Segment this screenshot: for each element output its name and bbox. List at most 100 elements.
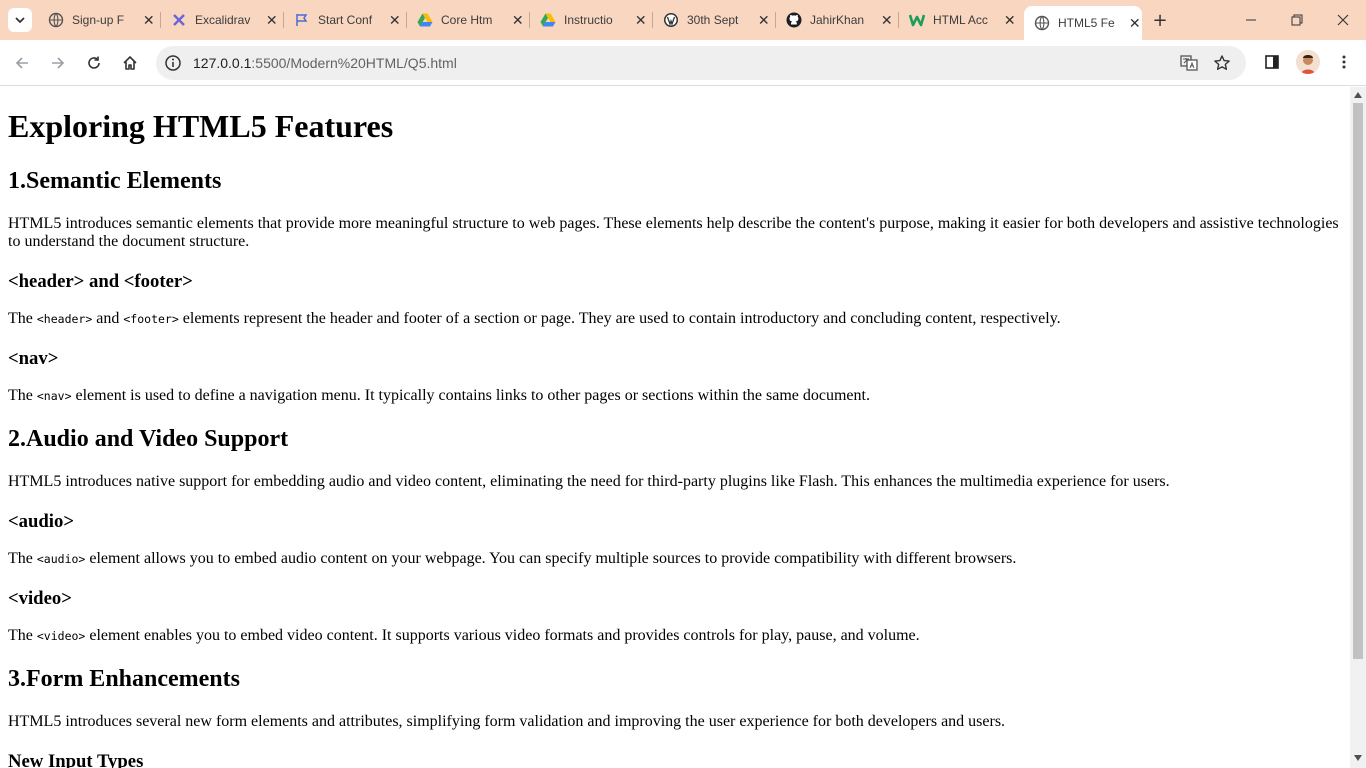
tab-7[interactable]: HTML Acc ✕	[899, 4, 1017, 36]
plus-icon: +	[1152, 9, 1168, 31]
section-intro-semantic: HTML5 introduces semantic elements that …	[8, 215, 1339, 250]
avatar-icon	[1296, 50, 1320, 74]
text-pre: The	[8, 550, 37, 567]
close-icon[interactable]: ✕	[141, 12, 156, 28]
forward-button[interactable]	[44, 49, 72, 77]
tab-2[interactable]: Start Conf ✕	[284, 4, 402, 36]
text-pre: The	[8, 627, 37, 644]
section-intro-media: HTML5 introduces native support for embe…	[8, 473, 1170, 490]
chevron-down-icon	[15, 17, 25, 24]
close-icon[interactable]: ✕	[1127, 15, 1142, 31]
info-icon[interactable]	[164, 54, 182, 72]
tab-title: 30th Sept	[687, 13, 739, 27]
tab-title: Instructio	[564, 13, 613, 27]
close-icon[interactable]: ✕	[756, 12, 771, 28]
tab-4[interactable]: Instructio ✕	[530, 4, 648, 36]
arrow-left-icon	[15, 57, 28, 69]
url-text: 127.0.0.1:5500/Modern%20HTML/Q5.html	[193, 55, 457, 71]
subheading-audio: <audio>	[8, 511, 74, 532]
tab-0[interactable]: Sign-up F ✕	[38, 4, 156, 36]
code-nav: <nav>	[36, 389, 72, 403]
w-brand-icon	[909, 12, 925, 28]
excalidraw-icon	[171, 12, 187, 28]
section-heading-semantic: 1.Semantic Elements	[8, 168, 222, 194]
scroll-down-icon[interactable]	[1354, 754, 1362, 762]
scroll-thumb[interactable]	[1353, 103, 1363, 659]
tab-title: Excalidrav	[195, 13, 251, 27]
subheading-header-footer: <header> and <footer>	[8, 271, 193, 292]
arrow-right-icon	[52, 57, 65, 69]
section-intro-forms: HTML5 introduces several new form elemen…	[8, 713, 1006, 730]
text-post: elements represent the header and footer…	[178, 310, 1061, 327]
browser-toolbar: 127.0.0.1:5500/Modern%20HTML/Q5.html	[0, 40, 1366, 86]
subheading-nav: <nav>	[8, 348, 59, 369]
tab-8-active[interactable]: HTML5 Fe ✕	[1024, 6, 1142, 40]
home-button[interactable]	[116, 49, 144, 77]
text-pre: The	[8, 310, 37, 327]
page-scrollbar[interactable]	[1350, 87, 1366, 768]
globe-icon	[1034, 15, 1050, 31]
paragraph-header-footer: The <header> and <footer> elements repre…	[8, 310, 1342, 328]
side-panel-icon	[1265, 55, 1279, 69]
close-icon[interactable]: ✕	[879, 12, 894, 28]
code-audio: <audio>	[36, 552, 86, 566]
google-drive-icon	[540, 12, 556, 28]
tab-3[interactable]: Core Htm ✕	[407, 4, 525, 36]
close-icon[interactable]: ✕	[633, 12, 648, 28]
text-mid: and	[92, 310, 124, 327]
back-button[interactable]	[8, 49, 36, 77]
reload-button[interactable]	[80, 49, 108, 77]
bookmark-star-icon[interactable]	[1213, 54, 1231, 72]
tab-title: Start Conf	[318, 13, 373, 27]
code-footer: <footer>	[123, 312, 179, 326]
menu-button[interactable]	[1332, 50, 1356, 74]
tab-search-button[interactable]	[8, 8, 32, 32]
code-video: <video>	[36, 629, 86, 643]
page-content: Exploring HTML5 Features 1.Semantic Elem…	[0, 108, 1350, 768]
url-host: 127.0.0.1	[193, 55, 252, 71]
close-icon[interactable]: ✕	[387, 12, 402, 28]
tab-title: Core Htm	[441, 13, 493, 27]
close-window-button[interactable]	[1320, 6, 1366, 34]
paragraph-nav: The <nav> element is used to define a na…	[8, 387, 1342, 405]
globe-icon	[48, 12, 64, 28]
code-header: <header>	[36, 312, 93, 326]
minimize-button[interactable]	[1228, 6, 1274, 34]
text-post: element is used to define a navigation m…	[71, 387, 870, 404]
text-post: element enables you to embed video conte…	[85, 627, 920, 644]
tab-title: HTML5 Fe	[1058, 16, 1115, 30]
new-tab-button[interactable]: +	[1150, 9, 1170, 31]
flag-icon	[294, 12, 310, 28]
text-post: element allows you to embed audio conten…	[85, 550, 1017, 567]
profile-avatar[interactable]	[1296, 50, 1320, 74]
close-icon	[1337, 14, 1349, 26]
tab-6[interactable]: JahirKhan ✕	[776, 4, 894, 36]
section-heading-media: 2.Audio and Video Support	[8, 426, 289, 452]
kebab-menu-icon	[1342, 55, 1346, 69]
page-viewport: Exploring HTML5 Features 1.Semantic Elem…	[0, 87, 1350, 768]
tab-5[interactable]: 30th Sept ✕	[653, 4, 771, 36]
paragraph-video: The <video> element enables you to embed…	[8, 627, 1342, 645]
minimize-icon	[1246, 19, 1256, 21]
close-icon[interactable]: ✕	[510, 12, 525, 28]
github-icon	[786, 12, 802, 28]
reload-icon	[88, 56, 100, 69]
subheading-input-types: New Input Types	[8, 751, 144, 768]
page-title: Exploring HTML5 Features	[8, 108, 394, 144]
home-icon	[123, 56, 137, 70]
tab-title: JahirKhan	[810, 13, 865, 27]
side-panel-button[interactable]	[1260, 50, 1284, 74]
tab-strip: Sign-up F ✕ Excalidrav ✕ Start Conf ✕ Co…	[0, 0, 1366, 40]
tab-title: Sign-up F	[72, 13, 125, 27]
paragraph-audio: The <audio> element allows you to embed …	[8, 550, 1342, 568]
address-bar[interactable]: 127.0.0.1:5500/Modern%20HTML/Q5.html	[156, 46, 1246, 80]
text-pre: The	[8, 387, 37, 404]
close-icon[interactable]: ✕	[264, 12, 279, 28]
section-heading-forms: 3.Form Enhancements	[8, 666, 240, 692]
restore-button[interactable]	[1274, 6, 1320, 34]
tab-1[interactable]: Excalidrav ✕	[161, 4, 279, 36]
translate-icon[interactable]	[1180, 54, 1198, 72]
google-drive-icon	[417, 12, 433, 28]
close-icon[interactable]: ✕	[1002, 12, 1017, 28]
scroll-up-icon[interactable]	[1354, 91, 1362, 99]
